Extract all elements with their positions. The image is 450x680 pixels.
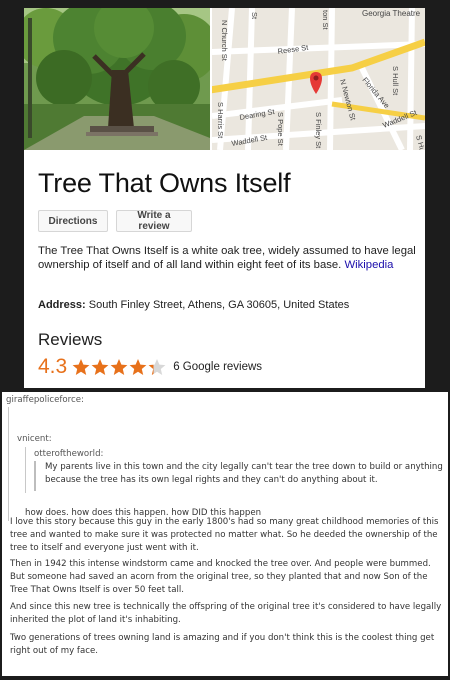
directions-button[interactable]: Directions [38, 210, 108, 232]
hero-images: Georgia Theatre St N Church St Reese St … [24, 8, 425, 150]
map-label-s-harris: S Harris St [216, 102, 225, 139]
reblog-username-mid[interactable]: vnicent: [17, 434, 52, 444]
map-label-ton-st: ton St [321, 10, 330, 31]
post-paragraph: I love this story because this guy in th… [10, 517, 439, 553]
map-label-s-st: St [250, 12, 259, 20]
tumblr-post: giraffepoliceforce: vnicent: otterofthew… [2, 392, 448, 676]
map-label-georgia-theatre: Georgia Theatre [362, 9, 421, 18]
star-icon [72, 359, 90, 375]
star-icon [148, 359, 166, 375]
original-post-text: My parents live in this town and the cit… [45, 462, 443, 485]
review-count-link[interactable]: 6 Google reviews [173, 361, 262, 373]
star-icon [129, 359, 147, 375]
rating-score: 4.3 [38, 355, 68, 378]
place-title: Tree That Owns Itself [38, 168, 291, 198]
reblog-quote-middle: otteroftheworld: My parents live in this… [25, 447, 448, 493]
map-label-n-church: N Church St [220, 20, 229, 62]
reblog-username-inner[interactable]: otteroftheworld: [34, 449, 103, 459]
write-review-button[interactable]: Write a review [116, 210, 192, 232]
tree-photo-image [24, 8, 210, 150]
tree-photo[interactable] [24, 8, 210, 150]
post-paragraph: Two generations of trees owning land is … [10, 633, 435, 656]
reblog-username-top[interactable]: giraffepoliceforce: [6, 395, 84, 405]
reviews-heading: Reviews [38, 330, 103, 349]
reblog-quote-inner: My parents live in this town and the cit… [34, 461, 448, 491]
map-label-s-hull: S Hull St [391, 66, 400, 96]
place-description: The Tree That Owns Itself is a white oak… [38, 244, 418, 272]
rating-stars [72, 358, 167, 376]
address-label: Address: [38, 299, 86, 311]
address-value: South Finley Street, Athens, GA 30605, U… [88, 299, 350, 311]
post-paragraph: Then in 1942 this intense windstorm came… [10, 559, 431, 595]
map-thumbnail[interactable]: Georgia Theatre St N Church St Reese St … [212, 8, 425, 150]
street-map: Georgia Theatre St N Church St Reese St … [212, 8, 425, 150]
map-label-s-finley: S Finley St [314, 112, 323, 149]
knowledge-panel-card: Georgia Theatre St N Church St Reese St … [24, 8, 425, 388]
wikipedia-link[interactable]: Wikipedia [344, 259, 393, 271]
reblog-quote-outer: vnicent: otteroftheworld: My parents liv… [8, 407, 445, 521]
rating-summary: 4.3 6 Google reviews [38, 353, 262, 381]
post-paragraph: And since this new tree is technically t… [10, 602, 442, 625]
star-icon [91, 359, 109, 375]
star-icon [110, 359, 128, 375]
map-label-s-pope: S Pope St [276, 112, 285, 147]
address-row: Address: South Finley Street, Athens, GA… [38, 299, 349, 311]
